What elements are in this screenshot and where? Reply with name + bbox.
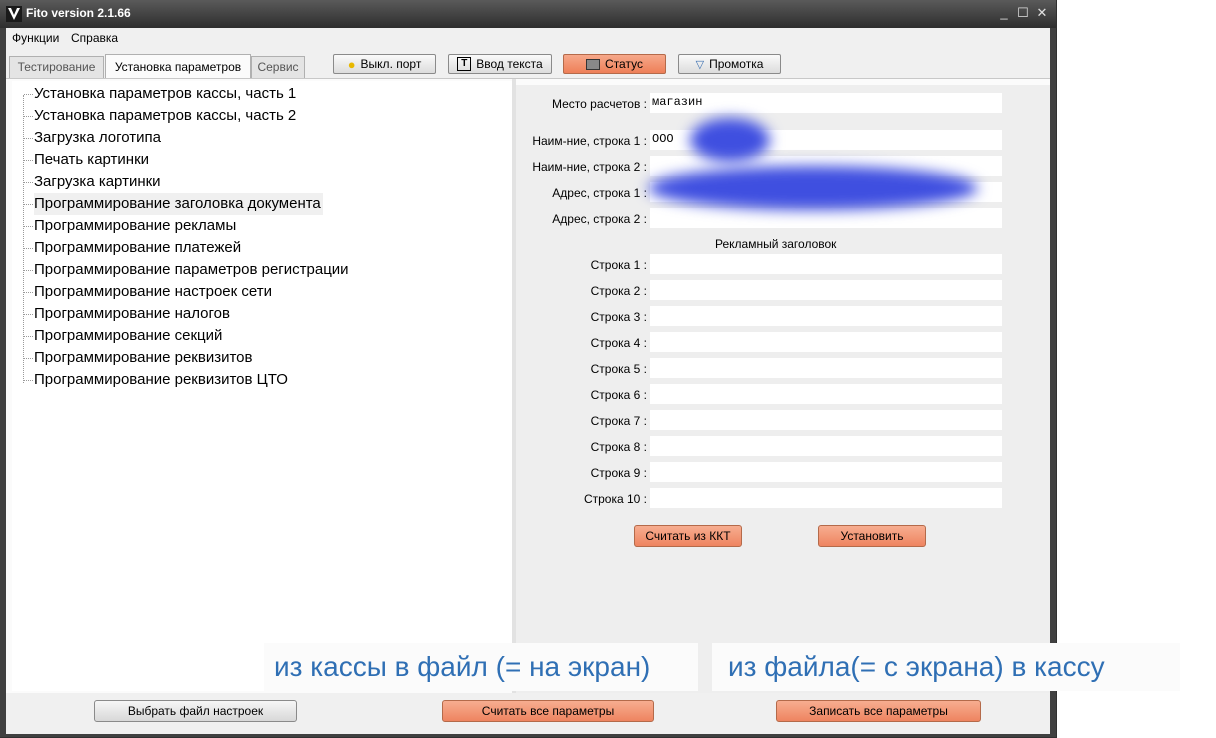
monitor-icon [586, 58, 601, 70]
menu-functions[interactable]: Функции [12, 31, 59, 45]
app-logo-icon [6, 6, 22, 22]
addr2-label: Адрес, строка 2 : [552, 212, 647, 226]
triangle-down-icon: ▽ [695, 58, 705, 71]
ad-line-label: Строка 8 : [590, 440, 647, 454]
addr1-label: Адрес, строка 1 : [552, 186, 647, 200]
ad-line-field[interactable] [650, 410, 1002, 430]
tab-testing[interactable]: Тестирование [9, 56, 104, 78]
port-off-button[interactable]: ● Выкл. порт [333, 54, 436, 74]
tree-item[interactable]: Программирование реквизитов ЦТО [24, 369, 290, 391]
read-all-parameters-button[interactable]: Считать все параметры [442, 700, 654, 722]
ad-line-label: Строка 2 : [590, 284, 647, 298]
addr2-field[interactable] [650, 208, 1002, 228]
place-label: Место расчетов : [552, 97, 647, 111]
redaction-blur [648, 166, 978, 210]
tree-item[interactable]: Программирование настроек сети [24, 281, 274, 303]
window-title: Fito version 2.1.66 [26, 6, 131, 20]
maximize-icon[interactable]: ☐ [1016, 5, 1030, 21]
ad-line-label: Строка 3 : [590, 310, 647, 324]
ad-line-label: Строка 4 : [590, 336, 647, 350]
tree-item[interactable]: Программирование платежей [23, 237, 243, 259]
tree-item[interactable]: Программирование рекламы [23, 215, 238, 237]
place-field[interactable]: магазин [650, 93, 1002, 113]
feed-button[interactable]: ▽ Промотка [678, 54, 781, 74]
port-off-label: Выкл. порт [360, 57, 422, 71]
feed-label: Промотка [709, 57, 764, 71]
tree-item[interactable]: Программирование секций [23, 325, 224, 347]
ad-line-field[interactable] [650, 254, 1002, 274]
close-icon[interactable]: ✕ [1035, 5, 1049, 21]
ad-line-field[interactable] [650, 384, 1002, 404]
ad-line-label: Строка 9 : [590, 466, 647, 480]
ad-line-label: Строка 5 : [590, 362, 647, 376]
redaction-blur [690, 118, 770, 162]
settings-tree: Установка параметров кассы, часть 1 Уста… [12, 81, 512, 691]
ad-line-field[interactable] [650, 488, 1002, 508]
tree-item[interactable]: Печать картинки [23, 149, 151, 171]
ad-line-field[interactable] [650, 306, 1002, 326]
menu-bar: Функции Справка [6, 28, 1050, 48]
status-label: Статус [605, 57, 643, 71]
tree-item[interactable]: Программирование налогов [24, 303, 232, 325]
annotation-right: из файла(= с экрана) в кассу [712, 643, 1180, 691]
minimize-icon[interactable]: _ [997, 5, 1011, 21]
tree-item[interactable]: Загрузка картинки [24, 171, 163, 193]
tree-item[interactable]: Программирование реквизитов [24, 347, 255, 369]
title-bar[interactable]: Fito version 2.1.66 _ ☐ ✕ [0, 0, 1056, 28]
lightbulb-icon: ● [347, 56, 356, 72]
tree-item[interactable]: Установка параметров кассы, часть 1 [23, 83, 298, 105]
ad-line-label: Строка 1 : [590, 258, 647, 272]
ad-line-field[interactable] [650, 462, 1002, 482]
set-button[interactable]: Установить [818, 525, 926, 547]
ad-line-field[interactable] [650, 358, 1002, 378]
text-input-button[interactable]: T Ввод текста [448, 54, 552, 74]
text-input-label: Ввод текста [476, 57, 543, 71]
ad-line-label: Строка 10 : [583, 492, 647, 506]
read-from-kkt-button[interactable]: Считать из ККТ [634, 525, 742, 547]
choose-settings-file-button[interactable]: Выбрать файл настроек [94, 700, 297, 722]
ad-line-field[interactable] [650, 436, 1002, 456]
ad-line-label: Строка 7 : [590, 414, 647, 428]
ad-line-field[interactable] [650, 280, 1002, 300]
tab-service[interactable]: Сервис [251, 56, 305, 78]
ad-line-label: Строка 6 : [590, 388, 647, 402]
ad-header-title: Рекламный заголовок [715, 237, 837, 251]
name2-label: Наим-ние, строка 2 : [532, 160, 647, 174]
write-all-parameters-button[interactable]: Записать все параметры [776, 700, 981, 722]
name1-label: Наим-ние, строка 1 : [532, 134, 647, 148]
tree-item[interactable]: Загрузка логотипа [24, 127, 163, 149]
tab-parameters[interactable]: Установка параметров [105, 54, 251, 79]
menu-help[interactable]: Справка [71, 31, 118, 45]
status-button[interactable]: Статус [563, 54, 666, 74]
text-icon: T [457, 57, 472, 71]
ad-line-field[interactable] [650, 332, 1002, 352]
annotation-left: из кассы в файл (= на экран) [264, 643, 698, 691]
tree-item[interactable]: Программирование параметров регистрации [24, 259, 351, 281]
tree-item-selected[interactable]: Программирование заголовка документа [24, 193, 323, 215]
tree-item[interactable]: Установка параметров кассы, часть 2 [23, 105, 298, 127]
